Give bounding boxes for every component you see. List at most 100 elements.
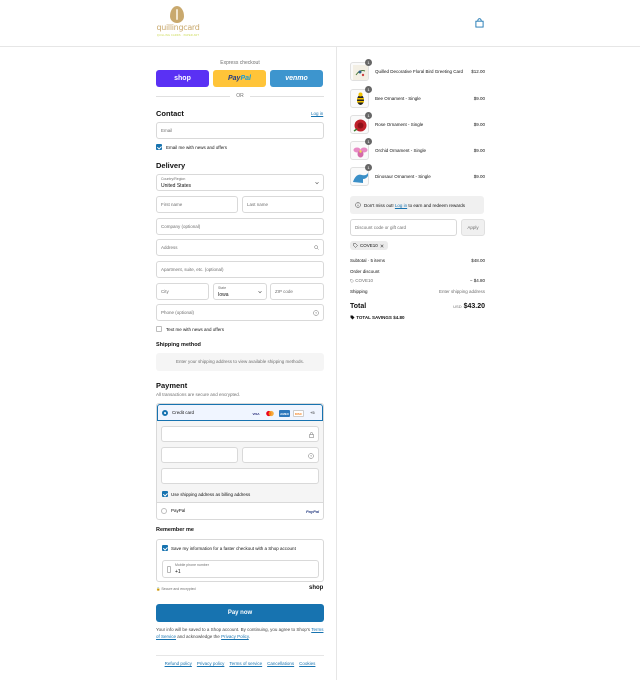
remember-me-title: Remember me: [156, 527, 194, 533]
delivery-title: Delivery: [156, 161, 186, 170]
card-number-field[interactable]: [161, 426, 319, 442]
lock-icon: [309, 432, 314, 438]
save-info-label: Save my information for a faster checkou…: [171, 546, 296, 551]
item-name: Rose Ornament - Single: [375, 122, 424, 127]
email-news-checkbox[interactable]: [156, 144, 162, 150]
payment-options: Credit card VISA AMEX DISC +5 ? Use ship…: [156, 403, 324, 520]
express-checkout-label: Express checkout: [220, 60, 260, 66]
apply-discount-button[interactable]: Apply: [461, 219, 485, 236]
terms-of-service-footer-link[interactable]: Terms of service: [229, 661, 262, 666]
order-discount-row: Order discount: [350, 269, 485, 274]
mobile-phone-icon: [167, 566, 171, 573]
legal-sentence: Your info will be saved to a Shop accoun…: [156, 627, 311, 632]
expiration-field[interactable]: [161, 447, 238, 463]
cart-item: 1 Dinosaur Ornament - Single $9.00: [350, 164, 485, 187]
privacy-policy-footer-link[interactable]: Privacy policy: [197, 661, 225, 666]
rewards-text: Don't miss out! Log in to earn and redee…: [364, 203, 465, 208]
quantity-badge: 1: [365, 59, 372, 66]
discount-placeholder: Discount code or gift card: [355, 225, 407, 230]
credit-card-option[interactable]: Credit card VISA AMEX DISC +5: [157, 404, 323, 421]
name-on-card-field[interactable]: [161, 468, 319, 484]
credit-card-label: Credit card: [172, 410, 195, 415]
footer-divider: [156, 655, 324, 656]
shop-pay-button[interactable]: shop: [156, 70, 209, 87]
state-value: Iowa: [218, 292, 229, 298]
quantity-badge: 1: [365, 164, 372, 171]
text-me-checkbox[interactable]: [156, 326, 162, 332]
contact-title: Contact: [156, 109, 184, 118]
state-select[interactable]: State Iowa: [213, 283, 267, 300]
close-icon[interactable]: [380, 243, 384, 248]
login-link[interactable]: Log in: [311, 111, 323, 116]
amex-card-logo: AMEX: [279, 410, 290, 417]
save-info-checkbox[interactable]: [162, 545, 168, 551]
shopping-bag-icon[interactable]: [475, 18, 484, 28]
mobile-phone-field[interactable]: Mobile phone number +1: [162, 560, 319, 578]
venmo-button[interactable]: venmo: [270, 70, 323, 87]
zip-field[interactable]: ZIP code: [270, 283, 324, 300]
tag-icon: [350, 315, 355, 320]
mobile-phone-value: +1: [175, 569, 181, 575]
paypal-pal-text: Pal: [240, 75, 251, 82]
shipping-value: Enter shipping address: [438, 289, 485, 294]
legal-end: .: [248, 633, 251, 639]
item-name: Orchid Ornament - Single: [375, 148, 427, 153]
brand-logo[interactable]: quillingcard QUILLING CARDS · PAPER ART: [156, 6, 200, 40]
cancellations-link[interactable]: Cancellations: [267, 661, 294, 666]
discount-code-row: COVE10 − $4.80: [350, 278, 485, 283]
credit-card-form: ? Use shipping address as billing addres…: [157, 421, 323, 503]
paypal-option-label[interactable]: PayPal: [171, 508, 185, 513]
last-name-field[interactable]: Last name: [242, 196, 324, 213]
secure-encrypted-note: 🔒 Secure and encrypted: [156, 587, 196, 591]
shipping-method-title: Shipping method: [156, 342, 201, 348]
country-value: United States: [161, 183, 192, 189]
legal-and: and acknowledge the: [177, 633, 220, 639]
last-name-placeholder: Last name: [247, 202, 269, 207]
total-value: $43.20: [463, 303, 485, 310]
apartment-placeholder: Apartment, suite, etc. (optional): [161, 267, 224, 272]
total-row: Total USD $43.20: [350, 303, 485, 310]
address-field[interactable]: Address: [156, 239, 324, 256]
country-select[interactable]: Country/Region United States: [156, 174, 324, 191]
shop-logo: shop: [309, 585, 324, 591]
country-label: Country/Region: [161, 177, 186, 181]
paypal-pay-text: Pay: [228, 75, 241, 82]
city-field[interactable]: City: [156, 283, 209, 300]
info-icon: [355, 202, 361, 208]
remember-me-box: Save my information for a faster checkou…: [156, 539, 324, 582]
text-me-label: Text me with news and offers: [166, 327, 224, 332]
total-savings-label: TOTAL SAVINGS: [356, 315, 392, 320]
shipping-row: Shipping Enter shipping address: [350, 289, 485, 294]
help-icon[interactable]: ?: [308, 453, 314, 459]
rewards-login-link[interactable]: Log in: [395, 203, 407, 208]
shipping-notice: Enter your shipping address to view avai…: [156, 353, 324, 371]
quill-leaf-icon: [170, 6, 184, 23]
cart-item: 1 Orchid Ornament - Single $9.00: [350, 138, 485, 161]
total-savings-value: $4.80: [393, 315, 405, 320]
apartment-field[interactable]: Apartment, suite, etc. (optional): [156, 261, 324, 278]
refund-policy-link[interactable]: Refund policy: [165, 661, 192, 666]
or-text: OR: [230, 93, 250, 99]
billing-address-checkbox[interactable]: [162, 491, 168, 497]
discount-tag-code: COVE10: [360, 243, 378, 248]
discount-code-field[interactable]: Discount code or gift card: [350, 219, 457, 236]
first-name-field[interactable]: First name: [156, 196, 238, 213]
item-price: $9.00: [473, 122, 485, 127]
tag-icon: [353, 243, 358, 248]
quantity-badge: 1: [365, 86, 372, 93]
cookies-link[interactable]: Cookies: [299, 661, 315, 666]
phone-field[interactable]: Phone (optional) ?: [156, 304, 324, 321]
paypal-button[interactable]: Pay Pal: [213, 70, 266, 87]
pay-now-button[interactable]: Pay now: [156, 604, 324, 622]
subtotal-value: $48.00: [471, 258, 485, 263]
brand-tagline: QUILLING CARDS · PAPER ART: [156, 34, 200, 37]
security-code-field[interactable]: ?: [242, 447, 319, 463]
city-placeholder: City: [161, 289, 169, 294]
help-icon[interactable]: ?: [313, 310, 319, 316]
discount-tag: COVE10: [350, 241, 388, 250]
credit-card-radio[interactable]: [162, 410, 168, 416]
privacy-policy-link[interactable]: Privacy Policy: [221, 634, 249, 639]
email-field[interactable]: Email: [156, 122, 324, 139]
company-field[interactable]: Company (optional): [156, 218, 324, 235]
paypal-radio[interactable]: [161, 508, 167, 514]
